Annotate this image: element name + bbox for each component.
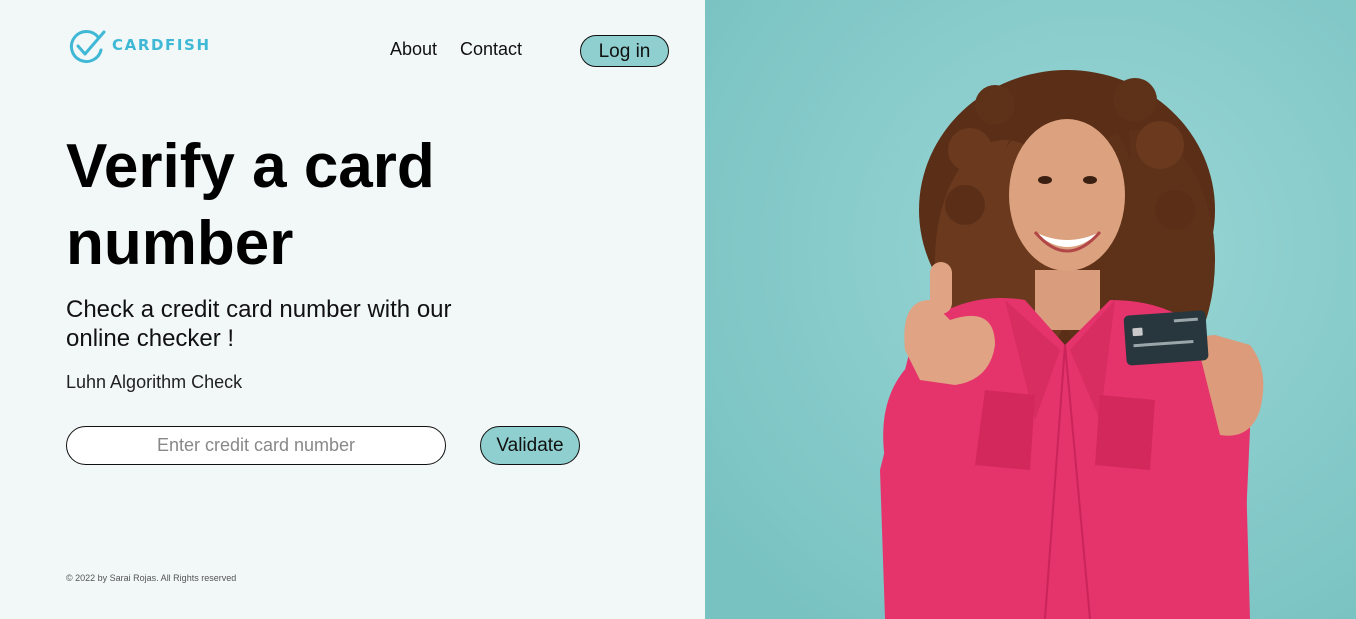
woman-holding-card-image [705,0,1356,619]
nav-contact-link[interactable]: Contact [460,39,522,60]
algorithm-caption: Luhn Algorithm Check [66,372,243,392]
brand-logo[interactable]: CARDFISH [68,29,211,65]
nav-about-link[interactable]: About [390,39,437,60]
left-panel: CARDFISH About Contact Log in Verify a c… [0,0,705,619]
card-number-input[interactable] [66,426,446,465]
page-title: Verify a card number [66,132,435,278]
brand-name: CARDFISH [112,36,211,54]
hero-image-panel [705,0,1356,619]
footer-copyright: © 2022 by Sarai Rojas. All Rights reserv… [66,573,237,583]
check-circle-icon [69,30,106,63]
page-subtitle: Check a credit card number with our onli… [66,296,452,352]
validate-button[interactable]: Validate [480,426,580,465]
login-button[interactable]: Log in [580,35,669,67]
